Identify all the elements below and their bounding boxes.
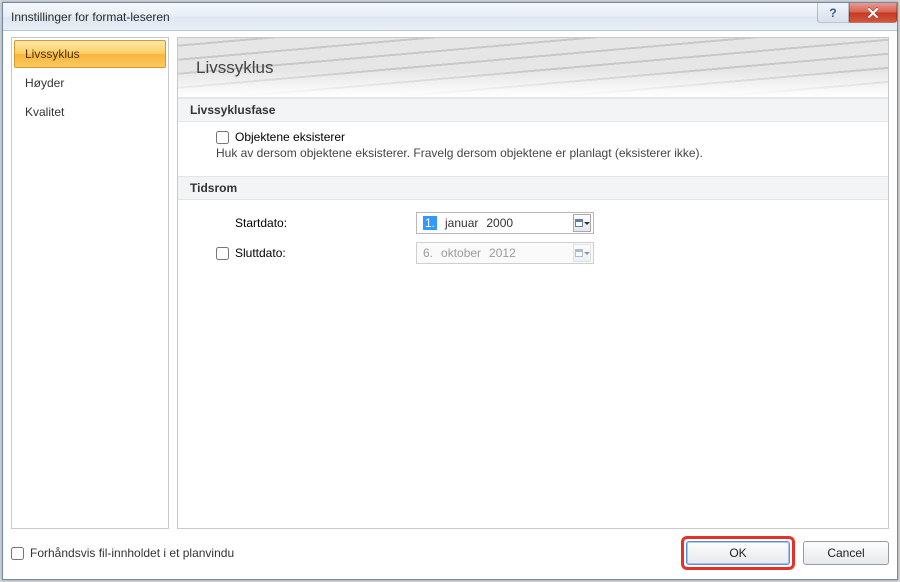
startdate-day[interactable]: 1.	[423, 216, 437, 230]
cancel-button[interactable]: Cancel	[803, 541, 889, 565]
enddate-label: Sluttdato:	[235, 246, 286, 260]
section-header-phase: Livssyklusfase	[178, 98, 888, 122]
close-button[interactable]	[849, 3, 897, 23]
section-header-timespan: Tidsrom	[178, 176, 888, 200]
sidebar-item-livssyklus[interactable]: Livssyklus	[14, 40, 166, 68]
titlebar-buttons: ?	[817, 3, 897, 25]
startdate-dropdown-button[interactable]	[573, 214, 591, 232]
content-area: Livssyklus Høyder Kvalitet Livssyklus Li…	[11, 37, 889, 529]
sidebar-item-kvalitet[interactable]: Kvalitet	[14, 98, 166, 126]
main-panel: Livssyklus Livssyklusfase Objektene eksi…	[177, 37, 889, 529]
enddate-label-cell: Sluttdato:	[196, 246, 416, 260]
section-body-timespan: Startdato: 1. januar 2000	[178, 200, 888, 280]
objects-exist-checkbox[interactable]	[216, 131, 229, 144]
startdate-picker[interactable]: 1. januar 2000	[416, 212, 594, 234]
sidebar-item-label: Livssyklus	[25, 47, 80, 61]
enddate-month: oktober	[441, 246, 481, 260]
sidebar-item-label: Høyder	[25, 76, 64, 90]
close-icon	[867, 8, 879, 18]
preview-label: Forhåndsvis fil-innholdet i et planvindu	[30, 546, 234, 560]
calendar-icon	[575, 219, 583, 227]
chevron-down-icon	[584, 252, 590, 255]
help-button[interactable]: ?	[817, 3, 849, 23]
enddate-enable-checkbox[interactable]	[216, 247, 229, 260]
preview-row[interactable]: Forhåndsvis fil-innholdet i et planvindu	[11, 546, 234, 560]
window-title: Innstillinger for format-leseren	[11, 10, 170, 24]
startdate-label-cell: Startdato:	[196, 216, 416, 230]
ok-label: OK	[729, 546, 746, 560]
help-icon: ?	[829, 6, 836, 20]
objects-exist-row[interactable]: Objektene eksisterer	[216, 130, 870, 144]
preview-checkbox[interactable]	[11, 547, 24, 560]
chevron-down-icon	[584, 222, 590, 225]
panel-heading: Livssyklus	[196, 58, 273, 78]
objects-exist-hint: Huk av dersom objektene eksisterer. Frav…	[216, 146, 870, 160]
footer-buttons: OK Cancel	[681, 536, 889, 570]
ok-highlight: OK	[681, 536, 795, 570]
titlebar[interactable]: Innstillinger for format-leseren ?	[3, 3, 897, 31]
enddate-day: 6.	[423, 246, 433, 260]
sidebar-item-hoyder[interactable]: Høyder	[14, 69, 166, 97]
startdate-year[interactable]: 2000	[486, 216, 513, 230]
section-body-phase: Objektene eksisterer Huk av dersom objek…	[178, 122, 888, 176]
startdate-label: Startdato:	[235, 216, 287, 230]
sidebar-item-label: Kvalitet	[25, 105, 64, 119]
objects-exist-label: Objektene eksisterer	[235, 130, 345, 144]
enddate-dropdown-button	[573, 244, 591, 262]
enddate-row: Sluttdato: 6. oktober 2012	[196, 238, 870, 268]
dialog-window: Innstillinger for format-leseren ? Livss…	[2, 2, 898, 580]
panel-banner: Livssyklus	[178, 38, 888, 98]
cancel-label: Cancel	[827, 546, 864, 560]
enddate-year: 2012	[489, 246, 516, 260]
sidebar: Livssyklus Høyder Kvalitet	[11, 37, 169, 529]
enddate-picker: 6. oktober 2012	[416, 242, 594, 264]
startdate-month[interactable]: januar	[445, 216, 478, 230]
startdate-row: Startdato: 1. januar 2000	[196, 208, 870, 238]
ok-button[interactable]: OK	[686, 541, 790, 565]
calendar-icon	[575, 249, 583, 257]
dialog-footer: Forhåndsvis fil-innholdet i et planvindu…	[11, 535, 889, 571]
